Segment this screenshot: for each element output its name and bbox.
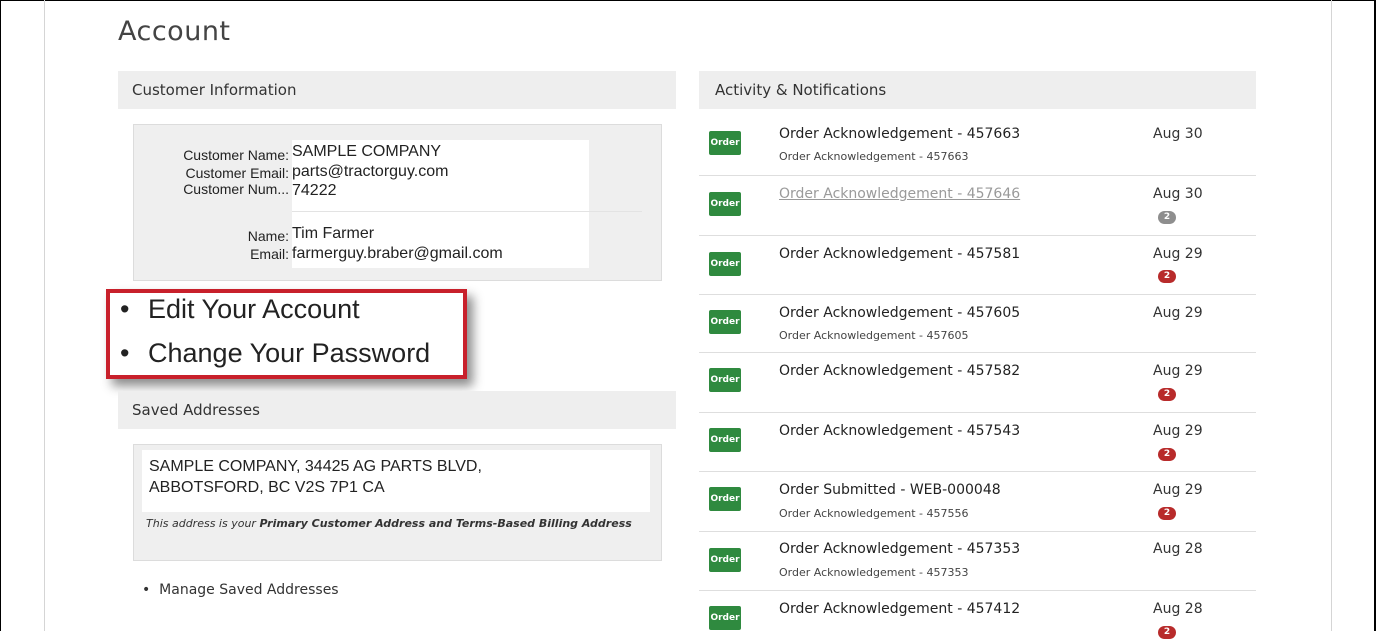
order-badge: Order [709, 487, 741, 511]
order-badge: Order [709, 192, 741, 216]
activity-date: Aug 29 [1153, 363, 1203, 379]
bullet-icon: • [120, 338, 130, 368]
order-badge: Order [709, 252, 741, 276]
order-badge: Order [709, 606, 741, 630]
activity-date: Aug 29 [1153, 246, 1203, 262]
primary-address: SAMPLE COMPANY, 34425 AG PARTS BLVD, ABB… [149, 456, 629, 498]
customer-name-label: Customer Name: [183, 147, 289, 163]
order-badge: Order [709, 368, 741, 392]
activity-subtitle: Order Acknowledgement - 457556 [779, 507, 969, 520]
activity-title[interactable]: Order Acknowledgement - 457353 [779, 541, 1020, 557]
frame-border-top [0, 0, 1376, 1]
count-badge: 2 [1158, 211, 1176, 224]
saved-addresses-header: Saved Addresses [118, 391, 676, 429]
activity-title[interactable]: Order Acknowledgement - 457646 [779, 186, 1020, 202]
count-badge: 2 [1158, 270, 1176, 283]
customer-email-label: Customer Email: [185, 165, 289, 181]
activity-header: Activity & Notifications [699, 71, 1256, 109]
activity-title[interactable]: Order Acknowledgement - 457581 [779, 246, 1020, 262]
order-badge: Order [709, 428, 741, 452]
order-badge: Order [709, 310, 741, 334]
activity-subtitle: Order Acknowledgement - 457353 [779, 566, 969, 579]
customer-info-divider [292, 211, 642, 212]
activity-title[interactable]: Order Acknowledgement - 457412 [779, 601, 1020, 617]
email-label: Email: [250, 246, 289, 262]
count-badge: 2 [1158, 626, 1176, 639]
count-badge: 2 [1158, 507, 1176, 520]
activity-row[interactable]: Order Order Submitted - WEB-000048 Order… [699, 472, 1256, 532]
edit-account-link[interactable]: • Edit Your Account [120, 294, 360, 325]
customer-email-value: parts@tractorguy.com [292, 163, 449, 180]
order-badge: Order [709, 131, 741, 155]
activity-date: Aug 30 [1153, 126, 1203, 142]
bullet-icon: • [120, 294, 130, 324]
change-password-link[interactable]: • Change Your Password [120, 338, 430, 369]
bullet-icon: • [142, 582, 151, 598]
activity-date: Aug 28 [1153, 601, 1203, 617]
activity-title[interactable]: Order Submitted - WEB-000048 [779, 482, 1001, 498]
name-value: Tim Farmer [292, 225, 375, 242]
count-badge: 2 [1158, 388, 1176, 401]
frame-border-left [0, 0, 1, 631]
account-links-callout: • Edit Your Account • Change Your Password [106, 289, 467, 379]
activity-row[interactable]: Order Order Acknowledgement - 457412 Aug… [699, 591, 1256, 639]
page-title: Account [118, 16, 231, 47]
activity-date: Aug 30 [1153, 186, 1203, 202]
activity-row[interactable]: Order Order Acknowledgement - 457353 Ord… [699, 532, 1256, 591]
activity-subtitle: Order Acknowledgement - 457663 [779, 150, 969, 163]
manage-saved-addresses-link[interactable]: • Manage Saved Addresses [142, 582, 339, 598]
change-password-label: Change Your Password [148, 338, 431, 368]
address-note-bold: Primary Customer Address and Terms-Based… [259, 517, 632, 530]
manage-saved-addresses-label: Manage Saved Addresses [159, 582, 339, 598]
activity-row[interactable]: Order Order Acknowledgement - 457663 Ord… [699, 116, 1256, 176]
address-line-1: SAMPLE COMPANY, 34425 AG PARTS BLVD, [149, 458, 482, 475]
address-note: This address is your Primary Customer Ad… [146, 513, 651, 534]
count-badge: 2 [1158, 448, 1176, 461]
activity-subtitle: Order Acknowledgement - 457605 [779, 329, 969, 342]
order-badge: Order [709, 548, 741, 572]
activity-row[interactable]: Order Order Acknowledgement - 457605 Ord… [699, 295, 1256, 353]
activity-title[interactable]: Order Acknowledgement - 457605 [779, 305, 1020, 321]
activity-title[interactable]: Order Acknowledgement - 457543 [779, 423, 1020, 439]
activity-row[interactable]: Order Order Acknowledgement - 457543 Aug… [699, 413, 1256, 472]
customer-num-label: Customer Num... [183, 181, 289, 197]
activity-title[interactable]: Order Acknowledgement - 457582 [779, 363, 1020, 379]
customer-info-panel: Customer Name: SAMPLE COMPANY Customer E… [133, 124, 662, 281]
activity-row[interactable]: Order Order Acknowledgement - 457582 Aug… [699, 353, 1256, 413]
page-edge-right [1331, 0, 1332, 631]
edit-account-label: Edit Your Account [148, 294, 360, 324]
address-line-2: ABBOTSFORD, BC V2S 7P1 CA [149, 479, 385, 496]
name-label: Name: [247, 228, 289, 244]
customer-num-value: 74222 [292, 182, 337, 199]
page-edge-left [44, 0, 45, 631]
customer-info-header: Customer Information [118, 71, 676, 109]
activity-date: Aug 29 [1153, 423, 1203, 439]
activity-date: Aug 28 [1153, 541, 1203, 557]
address-note-prefix: This address is your [146, 517, 260, 530]
customer-name-value: SAMPLE COMPANY [292, 143, 442, 160]
saved-address-panel: SAMPLE COMPANY, 34425 AG PARTS BLVD, ABB… [133, 444, 662, 561]
activity-row[interactable]: Order Order Acknowledgement - 457646 Aug… [699, 176, 1256, 236]
email-value: farmerguy.braber@gmail.com [292, 245, 503, 262]
activity-row[interactable]: Order Order Acknowledgement - 457581 Aug… [699, 236, 1256, 295]
activity-date: Aug 29 [1153, 482, 1203, 498]
activity-date: Aug 29 [1153, 305, 1203, 321]
activity-title[interactable]: Order Acknowledgement - 457663 [779, 126, 1020, 142]
